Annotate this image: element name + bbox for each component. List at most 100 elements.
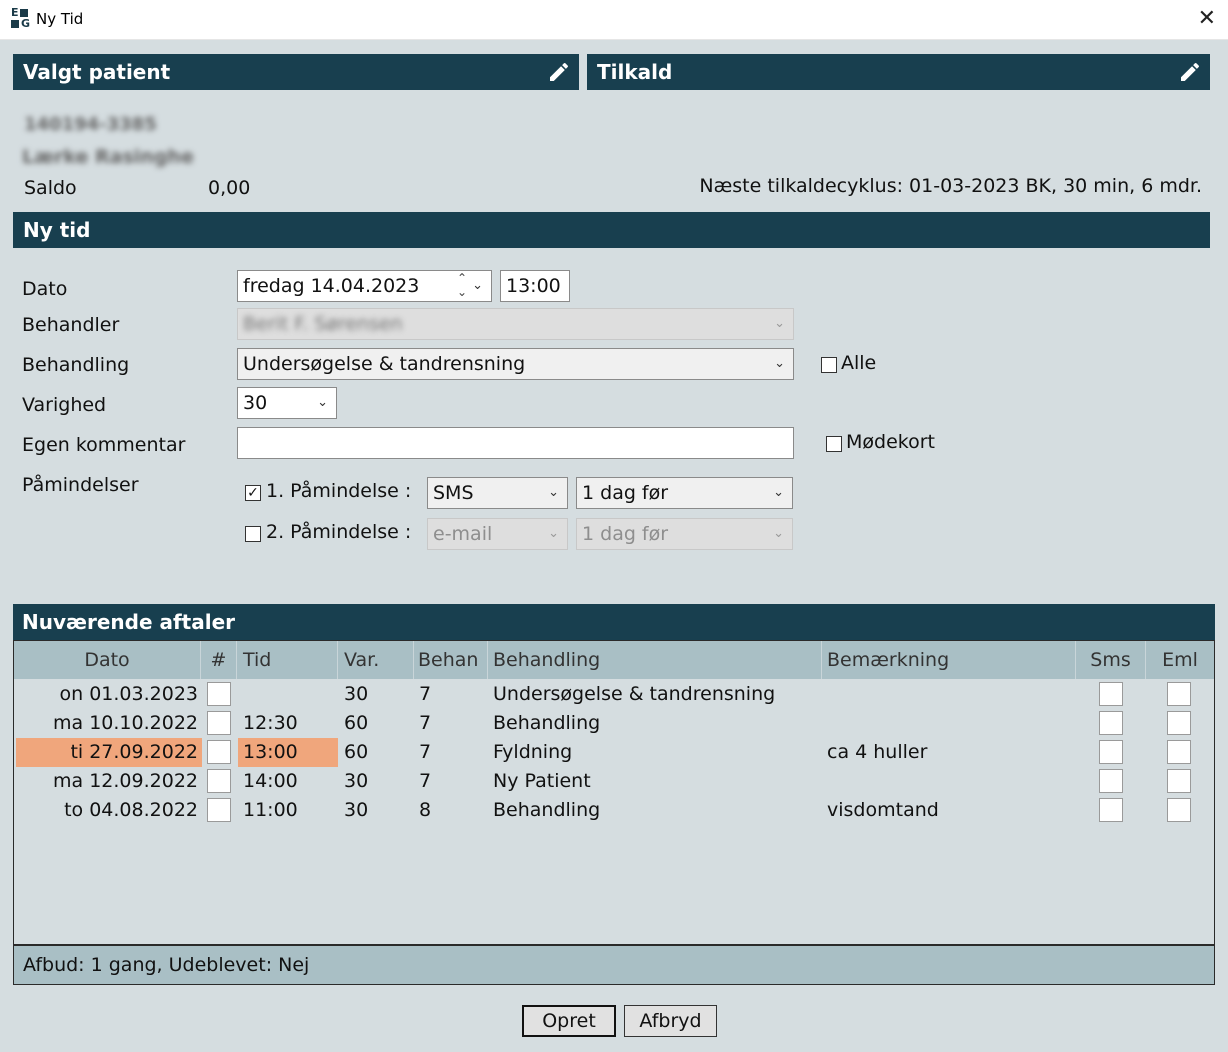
treatment-label: Behandling xyxy=(22,354,130,376)
cancel-button[interactable]: Afbryd xyxy=(624,1005,717,1037)
row-treatment: Fyldning xyxy=(493,741,573,763)
col-header-number[interactable]: # xyxy=(201,641,237,679)
treatment-value: Undersøgelse & tandrensning xyxy=(243,353,526,375)
row-note: visdomtand xyxy=(827,799,939,821)
row-number-checkbox[interactable] xyxy=(207,711,231,735)
table-row[interactable]: on 01.03.2023 30 7 Undersøgelse & tandrensn… xyxy=(14,680,1214,709)
row-number-checkbox[interactable] xyxy=(207,769,231,793)
col-header-time[interactable]: Tid xyxy=(237,641,338,679)
row-time: 12:30 xyxy=(243,712,298,734)
time-value: 13:00 xyxy=(506,275,561,297)
row-var: 30 xyxy=(344,799,369,821)
reminder2-label: 2. Påmindelse : xyxy=(266,521,412,543)
row-var: 30 xyxy=(344,683,369,705)
chevron-down-icon: ⌄ xyxy=(774,356,785,371)
reminder2-channel-select[interactable]: e-mail ⌄ xyxy=(427,518,568,550)
row-treatment: Ny Patient xyxy=(493,770,591,792)
reminder1-checkbox[interactable]: ✓ xyxy=(245,485,261,501)
create-button[interactable]: Opret xyxy=(522,1005,616,1037)
close-icon[interactable]: ✕ xyxy=(1198,6,1216,31)
col-header-note[interactable]: Bemærkning xyxy=(822,641,1076,679)
practitioner-label: Behandler xyxy=(22,314,120,336)
col-header-treatment[interactable]: Behandling xyxy=(488,641,822,679)
row-eml-checkbox[interactable] xyxy=(1167,769,1191,793)
row-eml-checkbox[interactable] xyxy=(1167,682,1191,706)
comment-input[interactable] xyxy=(237,427,794,459)
table-row[interactable]: ma 10.10.2022 12:30 60 7 Behandling xyxy=(14,709,1214,738)
practitioner-value: Berit F. Sørensen xyxy=(243,313,403,335)
duration-label: Varighed xyxy=(22,394,107,416)
reminder2-timing-select[interactable]: 1 dag før ⌄ xyxy=(576,518,793,550)
row-behan: 7 xyxy=(419,770,432,792)
reminder2-checkbox[interactable] xyxy=(245,526,261,542)
pencil-icon[interactable] xyxy=(547,60,571,84)
appointments-table: Dato # Tid Var. Behan Behandling Bemærkn… xyxy=(13,640,1215,985)
table-header: Dato # Tid Var. Behan Behandling Bemærkn… xyxy=(14,641,1214,679)
practitioner-select[interactable]: Berit F. Sørensen ⌄ xyxy=(237,308,794,340)
row-sms-checkbox[interactable] xyxy=(1099,769,1123,793)
appointment-card-checkbox[interactable] xyxy=(826,436,842,452)
all-checkbox[interactable] xyxy=(821,357,837,373)
patient-panel-title: Valgt patient xyxy=(23,60,171,84)
pencil-icon[interactable] xyxy=(1178,60,1202,84)
chevron-down-icon: ⌄ xyxy=(548,526,559,541)
saldo-label: Saldo xyxy=(24,177,77,199)
reminder1-channel: SMS xyxy=(433,482,474,504)
next-recall-cycle: Næste tilkaldecyklus: 01-03-2023 BK, 30 … xyxy=(699,175,1202,197)
new-appointment-header: Ny tid xyxy=(13,212,1210,248)
row-date: to 04.08.2022 xyxy=(64,799,198,821)
row-eml-checkbox[interactable] xyxy=(1167,711,1191,735)
row-eml-checkbox[interactable] xyxy=(1167,798,1191,822)
chevron-down-icon: ⌄ xyxy=(548,485,559,500)
duration-value: 30 xyxy=(243,392,268,414)
table-row[interactable]: ti 27.09.2022 13:00 60 7 Fyldning ca 4 huller xyxy=(14,738,1214,767)
patient-panel-header: Valgt patient xyxy=(13,54,579,90)
chevron-down-icon: ⌄ xyxy=(774,316,785,331)
row-sms-checkbox[interactable] xyxy=(1099,711,1123,735)
row-number-checkbox[interactable] xyxy=(207,682,231,706)
col-header-sms[interactable]: Sms xyxy=(1076,641,1146,679)
date-label: Dato xyxy=(22,278,68,300)
chevron-down-icon[interactable]: ⌄ xyxy=(472,271,483,301)
col-header-date[interactable]: Dato xyxy=(14,641,201,679)
date-value: fredag 14.04.2023 xyxy=(243,275,420,297)
reminders-label: Påmindelser xyxy=(22,474,139,496)
row-number-checkbox[interactable] xyxy=(207,798,231,822)
row-date: on 01.03.2023 xyxy=(59,683,199,705)
current-appointments-header: Nuværende aftaler xyxy=(13,604,1215,640)
col-header-eml[interactable]: Eml xyxy=(1146,641,1214,679)
row-behan: 7 xyxy=(419,712,432,734)
reminder2-timing: 1 dag før xyxy=(582,523,669,545)
current-appointments-title: Nuværende aftaler xyxy=(22,610,236,634)
patient-cpr: 140194-3385 xyxy=(24,114,157,135)
spinner-icon[interactable]: ⌃ ⌄ xyxy=(457,271,467,299)
row-var: 60 xyxy=(344,741,369,763)
row-treatment: Behandling xyxy=(493,712,601,734)
row-eml-checkbox[interactable] xyxy=(1167,740,1191,764)
table-row[interactable]: ma 12.09.2022 14:00 30 7 Ny Patient xyxy=(14,767,1214,796)
chevron-down-icon: ⌄ xyxy=(773,526,784,541)
reminder1-channel-select[interactable]: SMS ⌄ xyxy=(427,477,568,509)
row-time: 14:00 xyxy=(243,770,298,792)
recall-panel-title: Tilkald xyxy=(597,60,673,84)
row-number-checkbox[interactable] xyxy=(207,740,231,764)
col-header-behan[interactable]: Behan xyxy=(414,641,488,679)
date-picker[interactable]: fredag 14.04.2023 ⌃ ⌄ ⌄ xyxy=(237,270,492,302)
new-appointment-title: Ny tid xyxy=(23,218,91,242)
row-note: ca 4 huller xyxy=(827,741,928,763)
row-treatment: Behandling xyxy=(493,799,601,821)
time-input[interactable]: 13:00 xyxy=(500,270,570,302)
table-row[interactable]: to 04.08.2022 11:00 30 8 Behandling visdomtan… xyxy=(14,796,1214,825)
col-header-var[interactable]: Var. xyxy=(338,641,414,679)
row-sms-checkbox[interactable] xyxy=(1099,740,1123,764)
treatment-select[interactable]: Undersøgelse & tandrensning ⌄ xyxy=(237,348,794,380)
row-time: 13:00 xyxy=(243,741,298,763)
row-sms-checkbox[interactable] xyxy=(1099,798,1123,822)
duration-select[interactable]: 30 ⌄ xyxy=(237,387,337,419)
appointment-stats: Afbud: 1 gang, Udeblevet: Nej xyxy=(14,944,1214,984)
reminder1-timing-select[interactable]: 1 dag før ⌄ xyxy=(576,477,793,509)
row-behan: 7 xyxy=(419,683,432,705)
patient-name: Lærke Rasinghe xyxy=(22,146,194,168)
row-date: ti 27.09.2022 xyxy=(70,741,198,763)
row-sms-checkbox[interactable] xyxy=(1099,682,1123,706)
